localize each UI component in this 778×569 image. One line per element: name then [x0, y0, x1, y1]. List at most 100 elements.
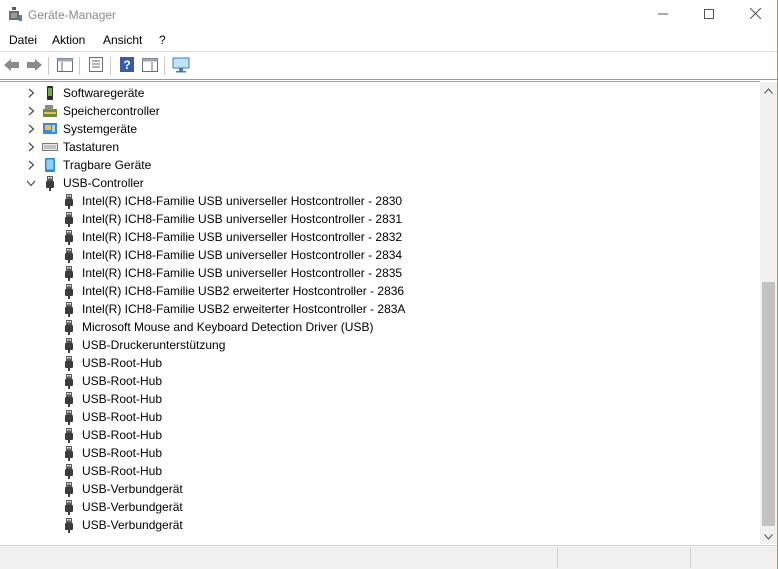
tree-device-label: USB-Root-Hub: [82, 392, 163, 406]
tree-device-item[interactable]: Intel(R) ICH8-Familie USB2 erweiterter H…: [0, 300, 760, 318]
tree-category-label: Speichercontroller: [63, 104, 160, 118]
svg-text:?: ?: [123, 58, 130, 72]
usb-icon: [61, 517, 77, 533]
usb-icon: [61, 247, 77, 263]
tree-category-systemgeräte[interactable]: Systemgeräte: [0, 120, 760, 138]
scan-hardware-button[interactable]: [171, 56, 191, 76]
tree-device-label: Microsoft Mouse and Keyboard Detection D…: [82, 320, 374, 334]
close-button[interactable]: [732, 0, 778, 30]
storage-controller-icon: [42, 103, 58, 119]
tree-device-label: Intel(R) ICH8-Familie USB universeller H…: [82, 212, 403, 226]
device-manager-app-icon: [8, 7, 22, 22]
chevron-down-icon: [764, 529, 773, 543]
tree-category-softwaregeräte[interactable]: Softwaregeräte: [0, 84, 760, 102]
status-bar-separator: [557, 548, 558, 568]
tree-category-tragbare-geräte[interactable]: Tragbare Geräte: [0, 156, 760, 174]
status-bar: [0, 545, 777, 569]
maximize-button[interactable]: [686, 0, 732, 30]
help-button[interactable]: ?: [117, 56, 137, 76]
system-device-icon: [42, 121, 58, 137]
tree-device-item[interactable]: Intel(R) ICH8-Familie USB universeller H…: [0, 264, 760, 282]
tree-category-label: Tastaturen: [63, 140, 120, 154]
forward-icon: [26, 58, 42, 75]
chevron-up-icon: [764, 83, 773, 97]
menu-help[interactable]: ?: [159, 33, 166, 47]
usb-icon: [61, 391, 77, 407]
back-button[interactable]: [2, 56, 22, 76]
tree-device-item[interactable]: Microsoft Mouse and Keyboard Detection D…: [0, 318, 760, 336]
tree-device-item[interactable]: Intel(R) ICH8-Familie USB universeller H…: [0, 192, 760, 210]
tree-device-item[interactable]: Intel(R) ICH8-Familie USB universeller H…: [0, 228, 760, 246]
tree-device-label: Intel(R) ICH8-Familie USB universeller H…: [82, 266, 403, 280]
tree-category-tastaturen[interactable]: Tastaturen: [0, 138, 760, 156]
monitor-icon: [172, 57, 190, 76]
usb-icon: [61, 229, 77, 245]
tree-device-label: Intel(R) ICH8-Familie USB2 erweiterter H…: [82, 284, 405, 298]
minimize-icon: [658, 8, 668, 22]
tree-device-label: USB-Druckerunterstützung: [82, 338, 226, 352]
properties-icon: [89, 57, 103, 75]
chevron-right-icon[interactable]: [26, 87, 36, 99]
tree-device-item[interactable]: USB-Root-Hub: [0, 462, 760, 480]
tree-category-usb-controller[interactable]: USB-Controller: [0, 174, 760, 192]
tree-device-item[interactable]: USB-Root-Hub: [0, 372, 760, 390]
minimize-button[interactable]: [640, 0, 686, 30]
tree-device-item[interactable]: USB-Root-Hub: [0, 444, 760, 462]
scroll-up-button[interactable]: [760, 82, 777, 98]
usb-icon: [61, 283, 77, 299]
chevron-right-icon[interactable]: [26, 141, 36, 153]
tree-device-label: USB-Verbundgerät: [82, 482, 183, 496]
maximize-icon: [704, 8, 714, 22]
tree-device-item[interactable]: Intel(R) ICH8-Familie USB universeller H…: [0, 246, 760, 264]
scrollbar-thumb[interactable]: [762, 282, 775, 526]
usb-icon: [61, 463, 77, 479]
properties-button[interactable]: [86, 56, 106, 76]
title-bar[interactable]: Geräte-Manager: [0, 0, 777, 30]
tree-device-label: USB-Root-Hub: [82, 464, 163, 478]
tree-device-item[interactable]: USB-Druckerunterstützung: [0, 336, 760, 354]
help-icon: ?: [120, 57, 134, 75]
tree-device-item[interactable]: USB-Verbundgerät: [0, 480, 760, 498]
usb-icon: [61, 337, 77, 353]
tree-device-item[interactable]: USB-Root-Hub: [0, 354, 760, 372]
usb-icon: [61, 301, 77, 317]
chevron-right-icon[interactable]: [26, 105, 36, 117]
chevron-down-icon[interactable]: [26, 177, 36, 189]
scroll-down-button[interactable]: [760, 528, 777, 544]
tree-category-label: Tragbare Geräte: [63, 158, 152, 172]
menu-aktion[interactable]: Aktion: [52, 33, 85, 47]
tree-device-label: USB-Root-Hub: [82, 410, 163, 424]
software-device-icon: [42, 85, 58, 101]
tree-device-item[interactable]: Intel(R) ICH8-Familie USB2 erweiterter H…: [0, 282, 760, 300]
usb-icon: [61, 193, 77, 209]
vertical-scrollbar[interactable]: [760, 82, 777, 544]
toolbar-separator: [48, 57, 49, 75]
action-pane-button[interactable]: [140, 56, 160, 76]
tree-device-item[interactable]: USB-Root-Hub: [0, 390, 760, 408]
tree-device-label: Intel(R) ICH8-Familie USB universeller H…: [82, 230, 403, 244]
window-title: Geräte-Manager: [28, 8, 117, 22]
tree-device-item[interactable]: USB-Root-Hub: [0, 408, 760, 426]
portable-device-icon: [42, 157, 58, 173]
tree-device-label: USB-Root-Hub: [82, 446, 163, 460]
keyboard-icon: [42, 139, 58, 155]
menu-ansicht[interactable]: Ansicht: [103, 33, 142, 47]
usb-icon: [61, 445, 77, 461]
tree-category-speichercontroller[interactable]: Speichercontroller: [0, 102, 760, 120]
tree-device-item[interactable]: USB-Root-Hub: [0, 426, 760, 444]
show-hide-console-tree-icon: [57, 57, 73, 75]
menu-datei[interactable]: Datei: [9, 33, 37, 47]
usb-icon: [61, 355, 77, 371]
forward-button[interactable]: [24, 56, 44, 76]
tree-device-item[interactable]: Intel(R) ICH8-Familie USB universeller H…: [0, 210, 760, 228]
show-hide-console-tree-button[interactable]: [55, 56, 75, 76]
device-tree: Softwaregeräte Speichercontroller Systemge…: [0, 81, 760, 544]
chevron-right-icon[interactable]: [26, 159, 36, 171]
chevron-right-icon[interactable]: [26, 123, 36, 135]
tree-device-item[interactable]: USB-Verbundgerät: [0, 516, 760, 534]
usb-icon: [61, 409, 77, 425]
usb-icon: [61, 499, 77, 515]
tree-device-item[interactable]: USB-Verbundgerät: [0, 498, 760, 516]
usb-icon: [61, 481, 77, 497]
tree-device-label: USB-Root-Hub: [82, 356, 163, 370]
